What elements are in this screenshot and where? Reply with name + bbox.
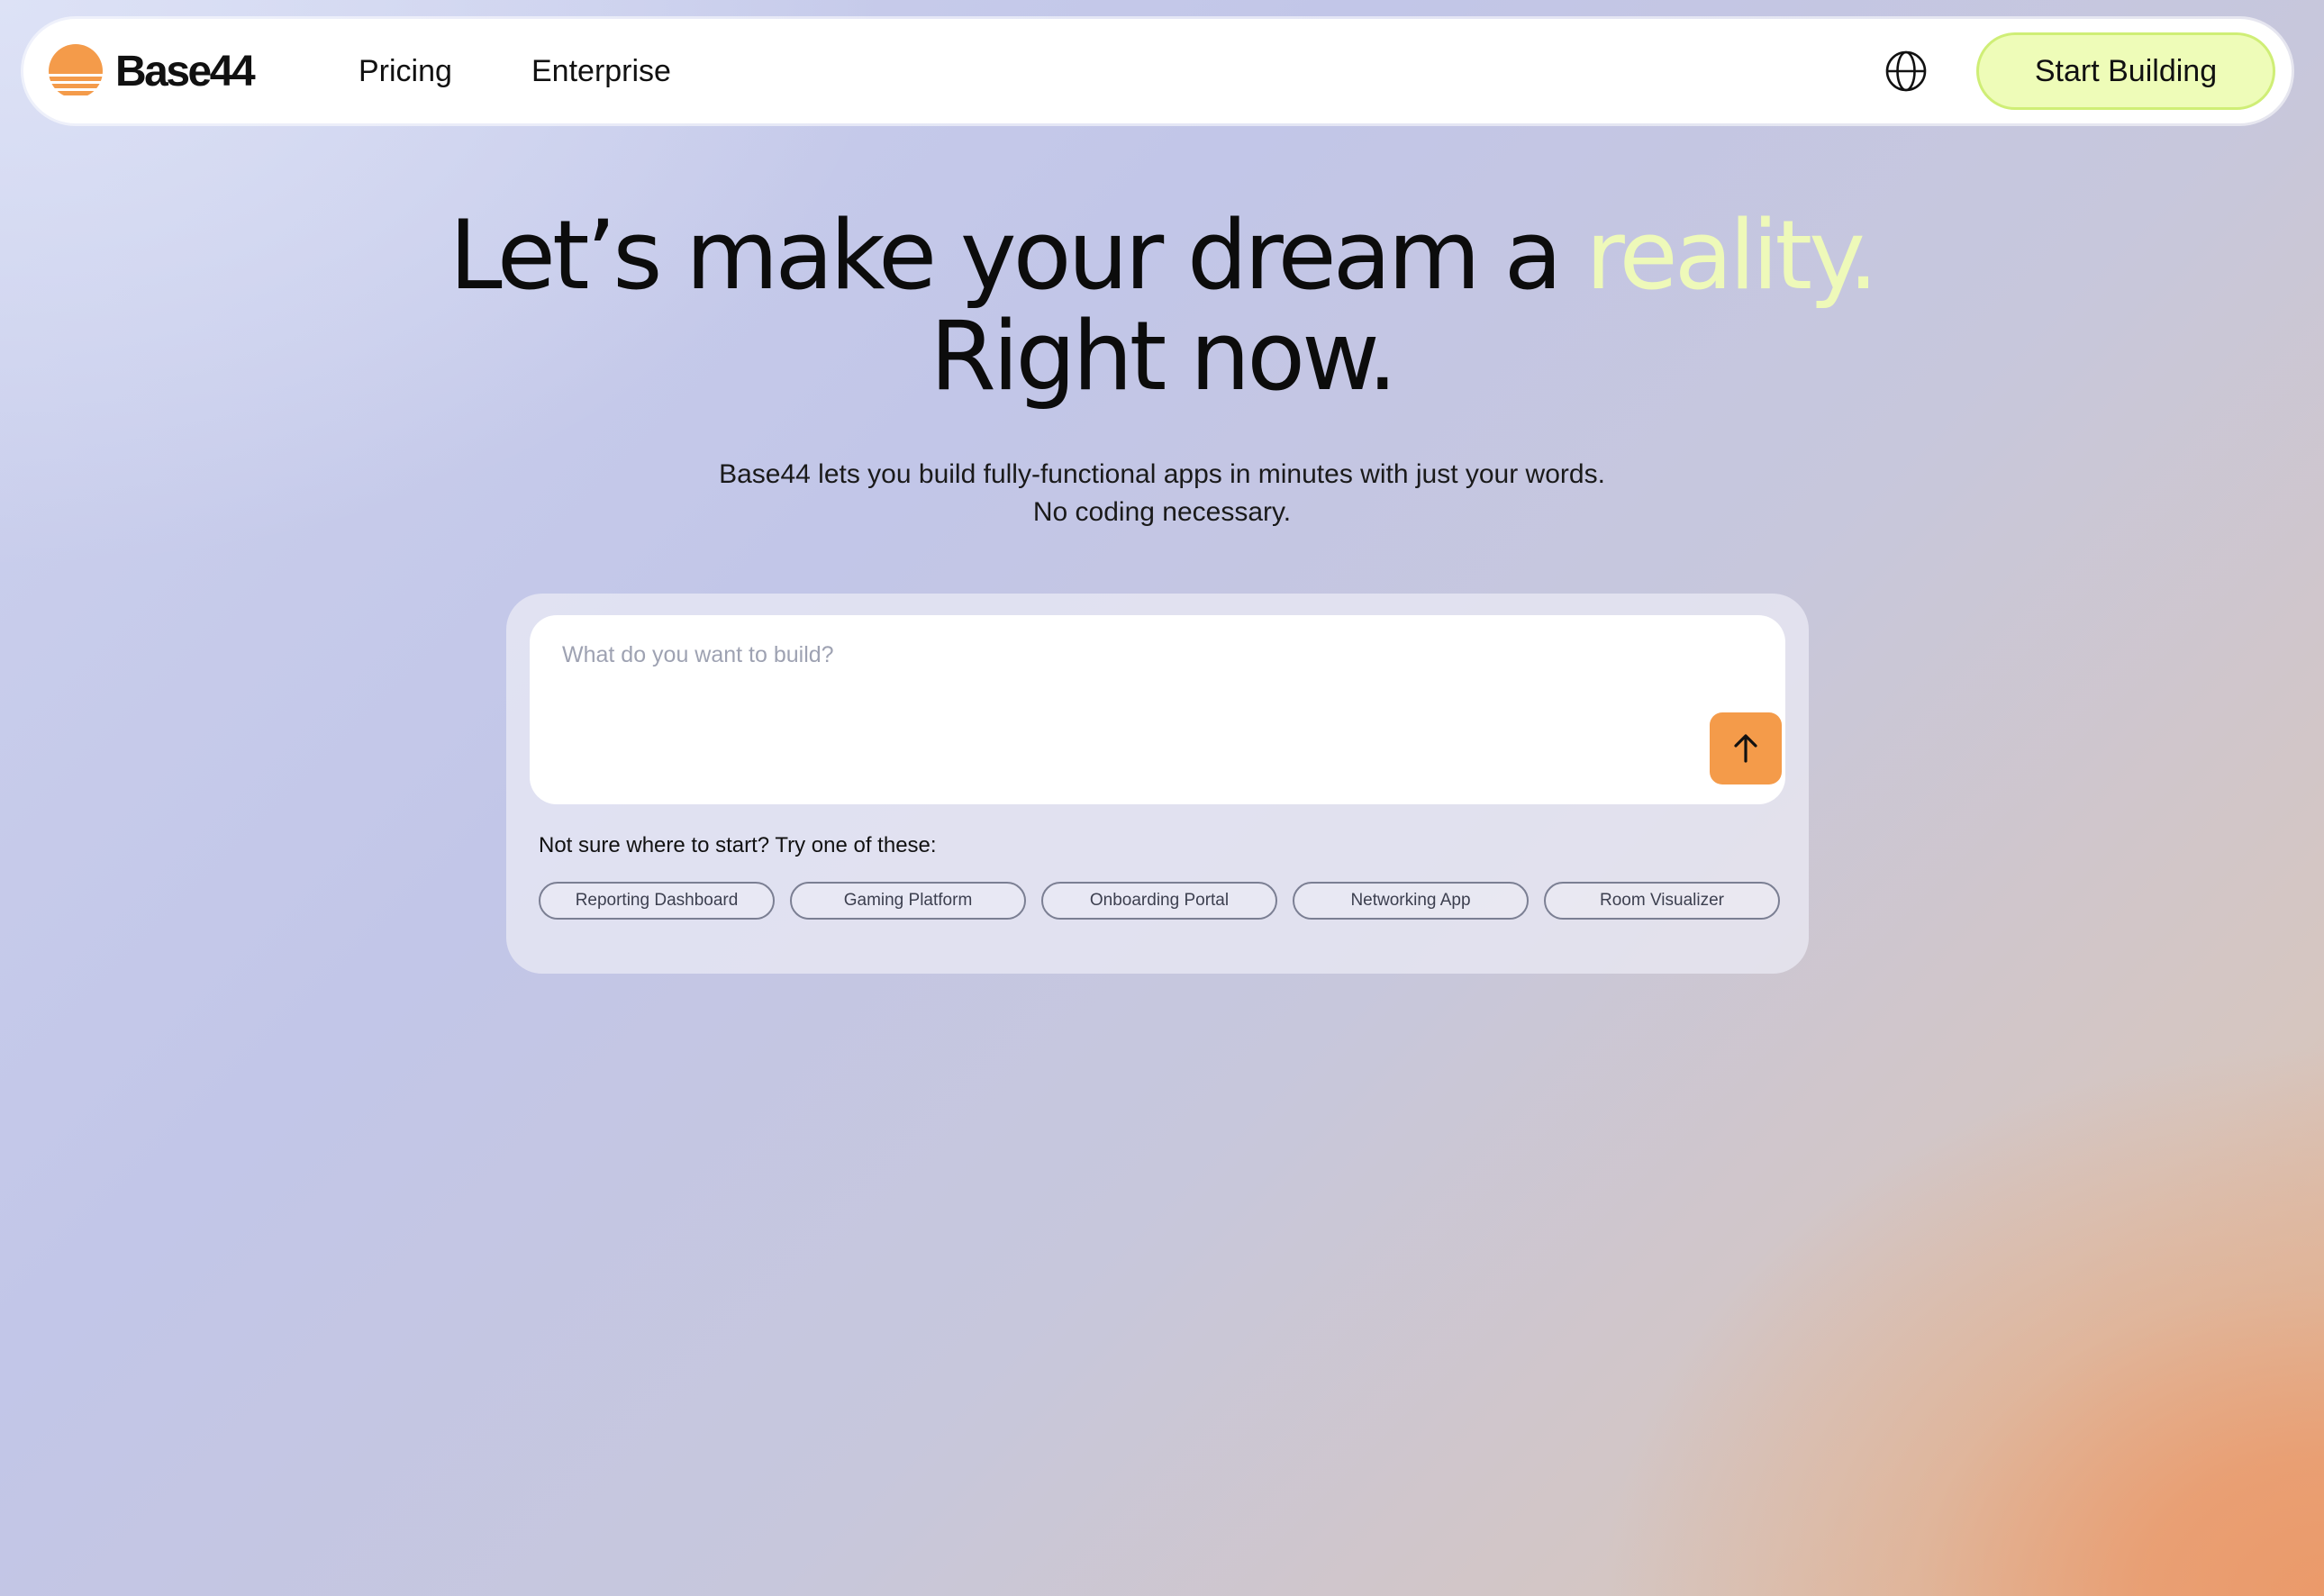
start-building-button[interactable]: Start Building xyxy=(1976,32,2275,110)
suggestion-chip-gaming-platform[interactable]: Gaming Platform xyxy=(790,882,1026,920)
suggestion-chip-onboarding-portal[interactable]: Onboarding Portal xyxy=(1041,882,1277,920)
hero-subtitle-line1: Base44 lets you build fully-functional a… xyxy=(719,459,1605,489)
hero-subtitle-line2: No coding necessary. xyxy=(1032,497,1292,527)
arrow-up-icon xyxy=(1734,734,1757,763)
nav-link-enterprise[interactable]: Enterprise xyxy=(531,51,671,91)
suggestions-label: Not sure where to start? Try one of thes… xyxy=(539,833,937,857)
hero-headline: Let’s make your dream a reality. Right n… xyxy=(0,205,2324,407)
hero-subtitle: Base44 lets you build fully-functional a… xyxy=(0,456,2324,531)
suggestion-chip-room-visualizer[interactable]: Room Visualizer xyxy=(1544,882,1780,920)
prompt-box xyxy=(530,615,1785,804)
hero-headline-line2: Right now. xyxy=(930,301,1398,412)
suggestion-chip-reporting-dashboard[interactable]: Reporting Dashboard xyxy=(539,882,775,920)
suggestion-chips: Reporting Dashboard Gaming Platform Onbo… xyxy=(539,882,1780,920)
sun-stripes-logo-icon xyxy=(49,44,103,95)
hero-headline-line1: Let’s make your dream a xyxy=(449,200,1563,311)
build-prompt-input[interactable] xyxy=(560,640,1645,734)
top-navbar: Base44 Pricing Enterprise Start Building xyxy=(23,19,2292,123)
submit-prompt-button[interactable] xyxy=(1710,712,1782,784)
suggestion-chip-networking-app[interactable]: Networking App xyxy=(1293,882,1529,920)
brand-logo[interactable]: Base44 xyxy=(49,44,256,98)
nav-link-pricing[interactable]: Pricing xyxy=(359,51,452,91)
brand-name: Base44 xyxy=(115,47,256,95)
prompt-card: Not sure where to start? Try one of thes… xyxy=(506,594,1809,974)
globe-icon[interactable] xyxy=(1884,50,1928,93)
hero-headline-accent: reality. xyxy=(1585,200,1878,311)
